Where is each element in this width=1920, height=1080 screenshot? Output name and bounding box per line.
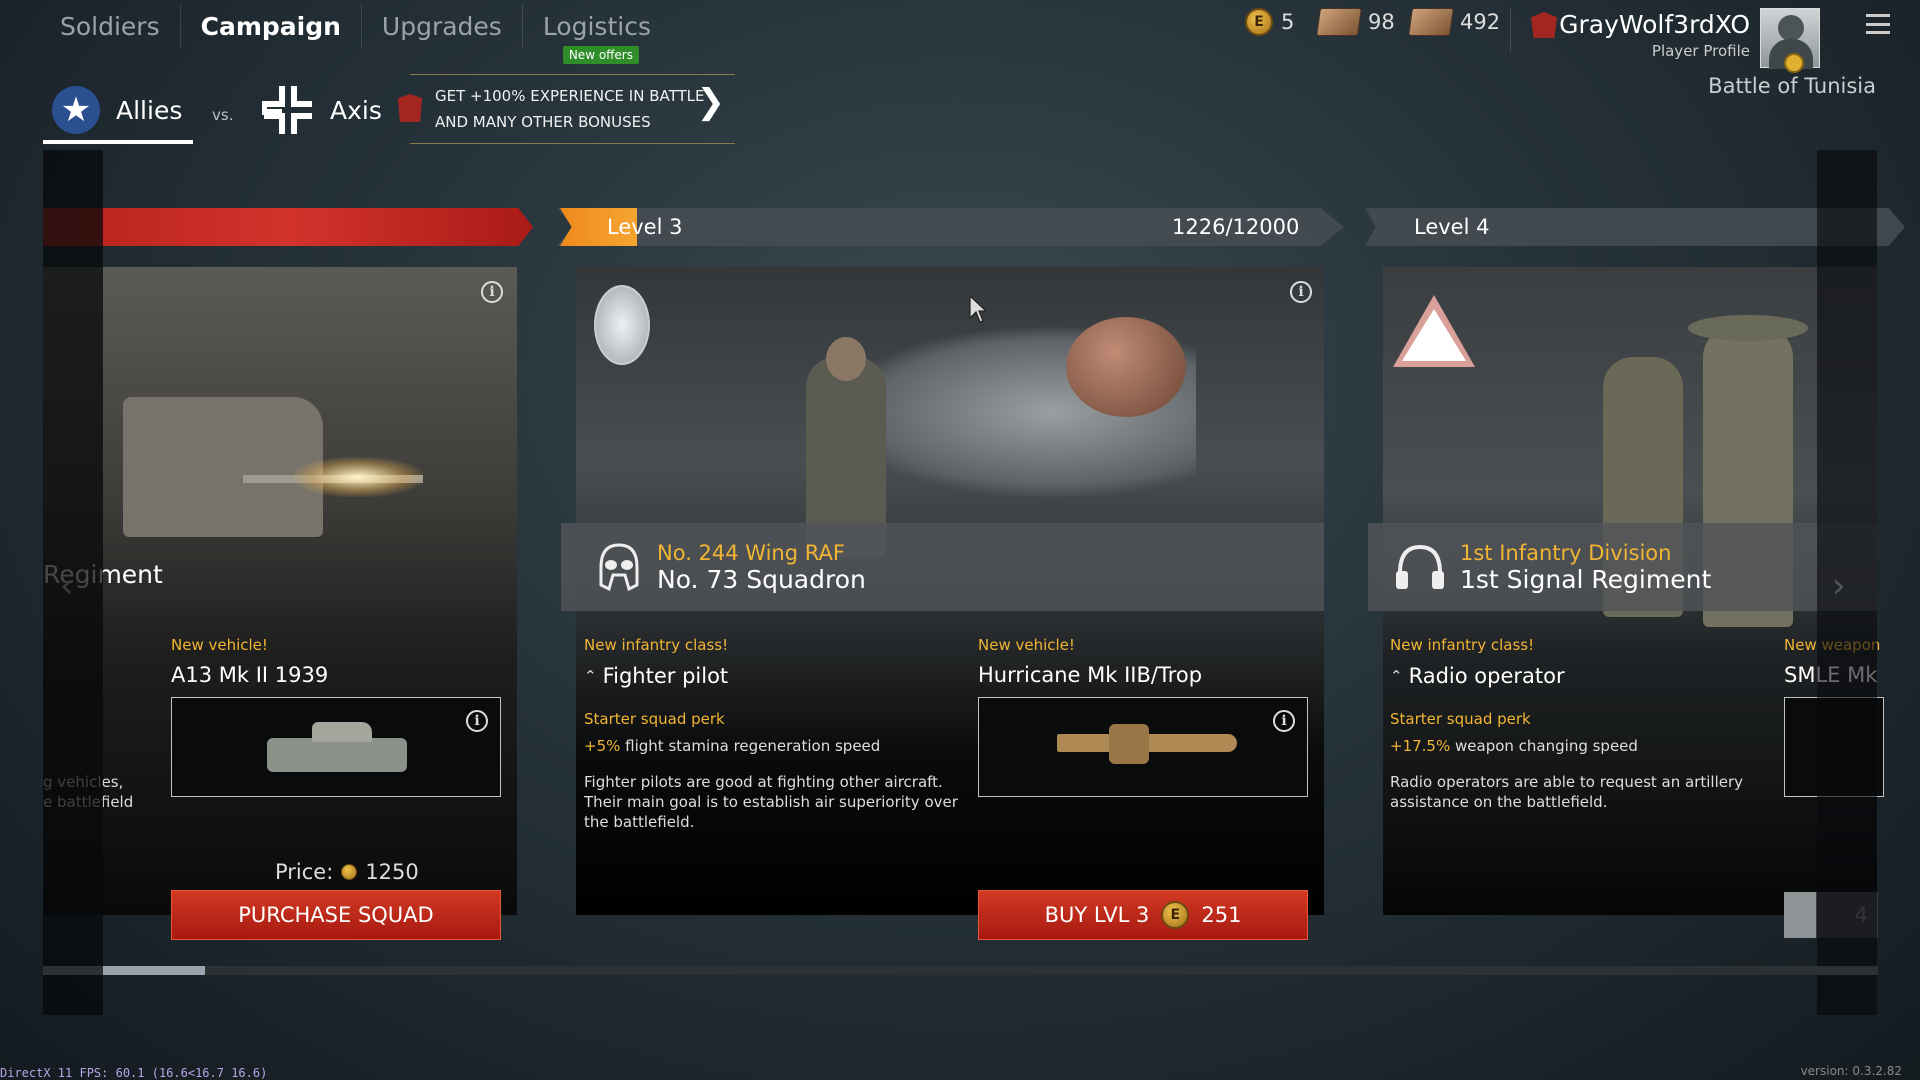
right-class-desc: Radio operators are able to request an a… xyxy=(1390,773,1744,811)
squad-price: Price: 1250 xyxy=(275,860,419,884)
rank-shield-icon xyxy=(1531,12,1557,38)
center-unit-band: No. 244 Wing RAF No. 73 Squadron xyxy=(561,523,1324,611)
tab-campaign[interactable]: Campaign xyxy=(181,4,362,48)
cards-icon xyxy=(1408,8,1454,36)
tab-upgrades[interactable]: Upgrades xyxy=(362,4,523,48)
purchase-squad-button[interactable]: PURCHASE SQUAD xyxy=(171,890,501,940)
level-4-label: Level 4 xyxy=(1414,215,1490,239)
left-vehicle-name: A13 Mk II 1939 xyxy=(171,663,329,687)
axis-label: Axis xyxy=(330,95,382,125)
chevron-right-icon: ❯ xyxy=(696,82,726,122)
center-perk-label: Starter squad perk xyxy=(584,710,725,728)
tank-thumbnail xyxy=(267,738,407,772)
squadron-crest-icon xyxy=(594,285,650,365)
mouse-cursor-icon xyxy=(969,294,988,323)
right-class-label: New infantry class! xyxy=(1390,636,1535,654)
allies-label: Allies xyxy=(116,95,183,125)
info-icon[interactable]: i xyxy=(481,281,503,303)
faction-allies[interactable]: ★ Allies xyxy=(52,78,182,142)
center-vehicle-name: Hurricane Mk IIB/Trop xyxy=(978,663,1203,687)
left-reward-card[interactable]: i xyxy=(43,267,517,915)
center-class[interactable]: ⌃ Fighter pilot xyxy=(584,664,728,688)
buy-level-price: 251 xyxy=(1201,903,1242,927)
buy-level-label: BUY LVL 3 xyxy=(1044,903,1150,927)
chevron-up-icon: ⌃ xyxy=(1390,667,1403,685)
center-vehicle-preview[interactable]: i xyxy=(978,697,1308,797)
gold-currency[interactable]: E 5 xyxy=(1245,8,1294,36)
cards-amount: 492 xyxy=(1460,10,1501,34)
new-offers-badge: New offers xyxy=(562,46,639,64)
chevron-up-icon: ⌃ xyxy=(584,667,597,685)
info-icon[interactable]: i xyxy=(1273,710,1295,732)
player-name[interactable]: GrayWolf3rdXO xyxy=(1559,10,1750,39)
left-new-vehicle-label: New vehicle! xyxy=(171,636,268,654)
tickets-amount: 98 xyxy=(1368,10,1395,34)
right-unit-name: 1st Signal Regiment xyxy=(1460,564,1712,594)
right-level-badge xyxy=(1784,892,1816,938)
headphones-icon xyxy=(1396,544,1444,589)
price-value: 1250 xyxy=(365,860,419,884)
ticket-currency[interactable]: 98 xyxy=(1316,8,1395,36)
gold-coin-icon: E xyxy=(1245,8,1273,36)
center-perk: +5% flight stamina regeneration speed xyxy=(584,736,880,756)
promo-line-1: GET +100% EXPERIENCE IN BATTLE xyxy=(435,87,705,105)
right-unit-band: 1st Infantry Division 1st Signal Regimen… xyxy=(1368,523,1877,611)
tab-logistics[interactable]: Logistics New offers xyxy=(523,4,671,64)
center-unit-parent: No. 244 Wing RAF xyxy=(657,540,845,565)
top-nav: Soldiers Campaign Upgrades Logistics New … xyxy=(40,0,671,64)
avatar-head-icon xyxy=(1778,15,1804,41)
tickets-icon xyxy=(1316,8,1362,36)
center-class-name: Fighter pilot xyxy=(602,664,729,688)
coin-icon xyxy=(341,864,358,880)
pilot-helmet-icon xyxy=(599,543,639,592)
player-profile-label[interactable]: Player Profile xyxy=(1652,42,1750,60)
player-avatar[interactable] xyxy=(1760,8,1820,73)
divider xyxy=(1510,8,1511,52)
info-icon[interactable]: i xyxy=(466,710,488,732)
right-unit-parent: 1st Infantry Division xyxy=(1460,540,1672,565)
muzzle-flash xyxy=(293,457,423,497)
propeller-spinner xyxy=(1066,317,1186,417)
vs-label: vs. xyxy=(212,106,234,124)
carousel-scrollbar[interactable] xyxy=(43,966,1878,975)
promo-line-2: AND MANY OTHER BONUSES xyxy=(435,113,651,131)
avatar-medal-icon xyxy=(1784,53,1804,73)
right-perk: +17.5% weapon changing speed xyxy=(1390,736,1638,756)
gold-amount: 5 xyxy=(1281,10,1295,34)
axis-cross-icon xyxy=(262,86,312,134)
center-perk-value: +5% xyxy=(584,737,621,755)
carousel-scroll-thumb[interactable] xyxy=(103,966,205,975)
right-perk-text: weapon changing speed xyxy=(1455,737,1638,755)
gold-coin-icon: E xyxy=(1161,901,1190,929)
center-perk-text: flight stamina regeneration speed xyxy=(625,737,881,755)
right-perk-label: Starter squad perk xyxy=(1390,710,1531,728)
right-perk-value: +17.5% xyxy=(1390,737,1451,755)
allies-star-icon: ★ xyxy=(52,86,100,134)
level-3-label: Level 3 xyxy=(607,215,683,239)
buy-level-button[interactable]: BUY LVL 3 E 251 xyxy=(978,890,1308,940)
tab-logistics-label: Logistics xyxy=(542,11,651,41)
right-class[interactable]: ⌃ Radio operator xyxy=(1390,664,1565,688)
faction-axis[interactable]: Axis xyxy=(262,78,382,142)
menu-icon[interactable] xyxy=(1866,14,1890,34)
version-label: version: 0.3.2.82 xyxy=(1800,1064,1902,1078)
campaign-name: Battle of Tunisia xyxy=(1708,74,1876,98)
right-class-name: Radio operator xyxy=(1408,664,1565,688)
premium-promo[interactable]: GET +100% EXPERIENCE IN BATTLE AND MANY … xyxy=(410,74,735,144)
level-progress: 1226/12000 xyxy=(1172,215,1300,239)
info-icon[interactable]: i xyxy=(1290,281,1312,303)
allies-selected-indicator xyxy=(43,140,193,144)
fps-counter: DirectX 11 FPS: 60.1 (16.6<16.7 16.6) xyxy=(0,1066,268,1080)
tab-soldiers[interactable]: Soldiers xyxy=(40,4,181,48)
left-edge-fade xyxy=(43,150,103,1015)
price-label: Price: xyxy=(275,860,334,884)
center-class-label: New infantry class! xyxy=(584,636,729,654)
center-unit-name: No. 73 Squadron xyxy=(657,564,866,594)
left-vehicle-preview[interactable]: i xyxy=(171,697,501,797)
level-2-bar xyxy=(43,208,533,246)
center-class-desc: Fighter pilots are good at fighting othe… xyxy=(584,773,958,831)
center-vehicle-label: New vehicle! xyxy=(978,636,1075,654)
right-edge-fade xyxy=(1817,150,1877,1015)
cards-currency[interactable]: 492 xyxy=(1408,8,1501,36)
